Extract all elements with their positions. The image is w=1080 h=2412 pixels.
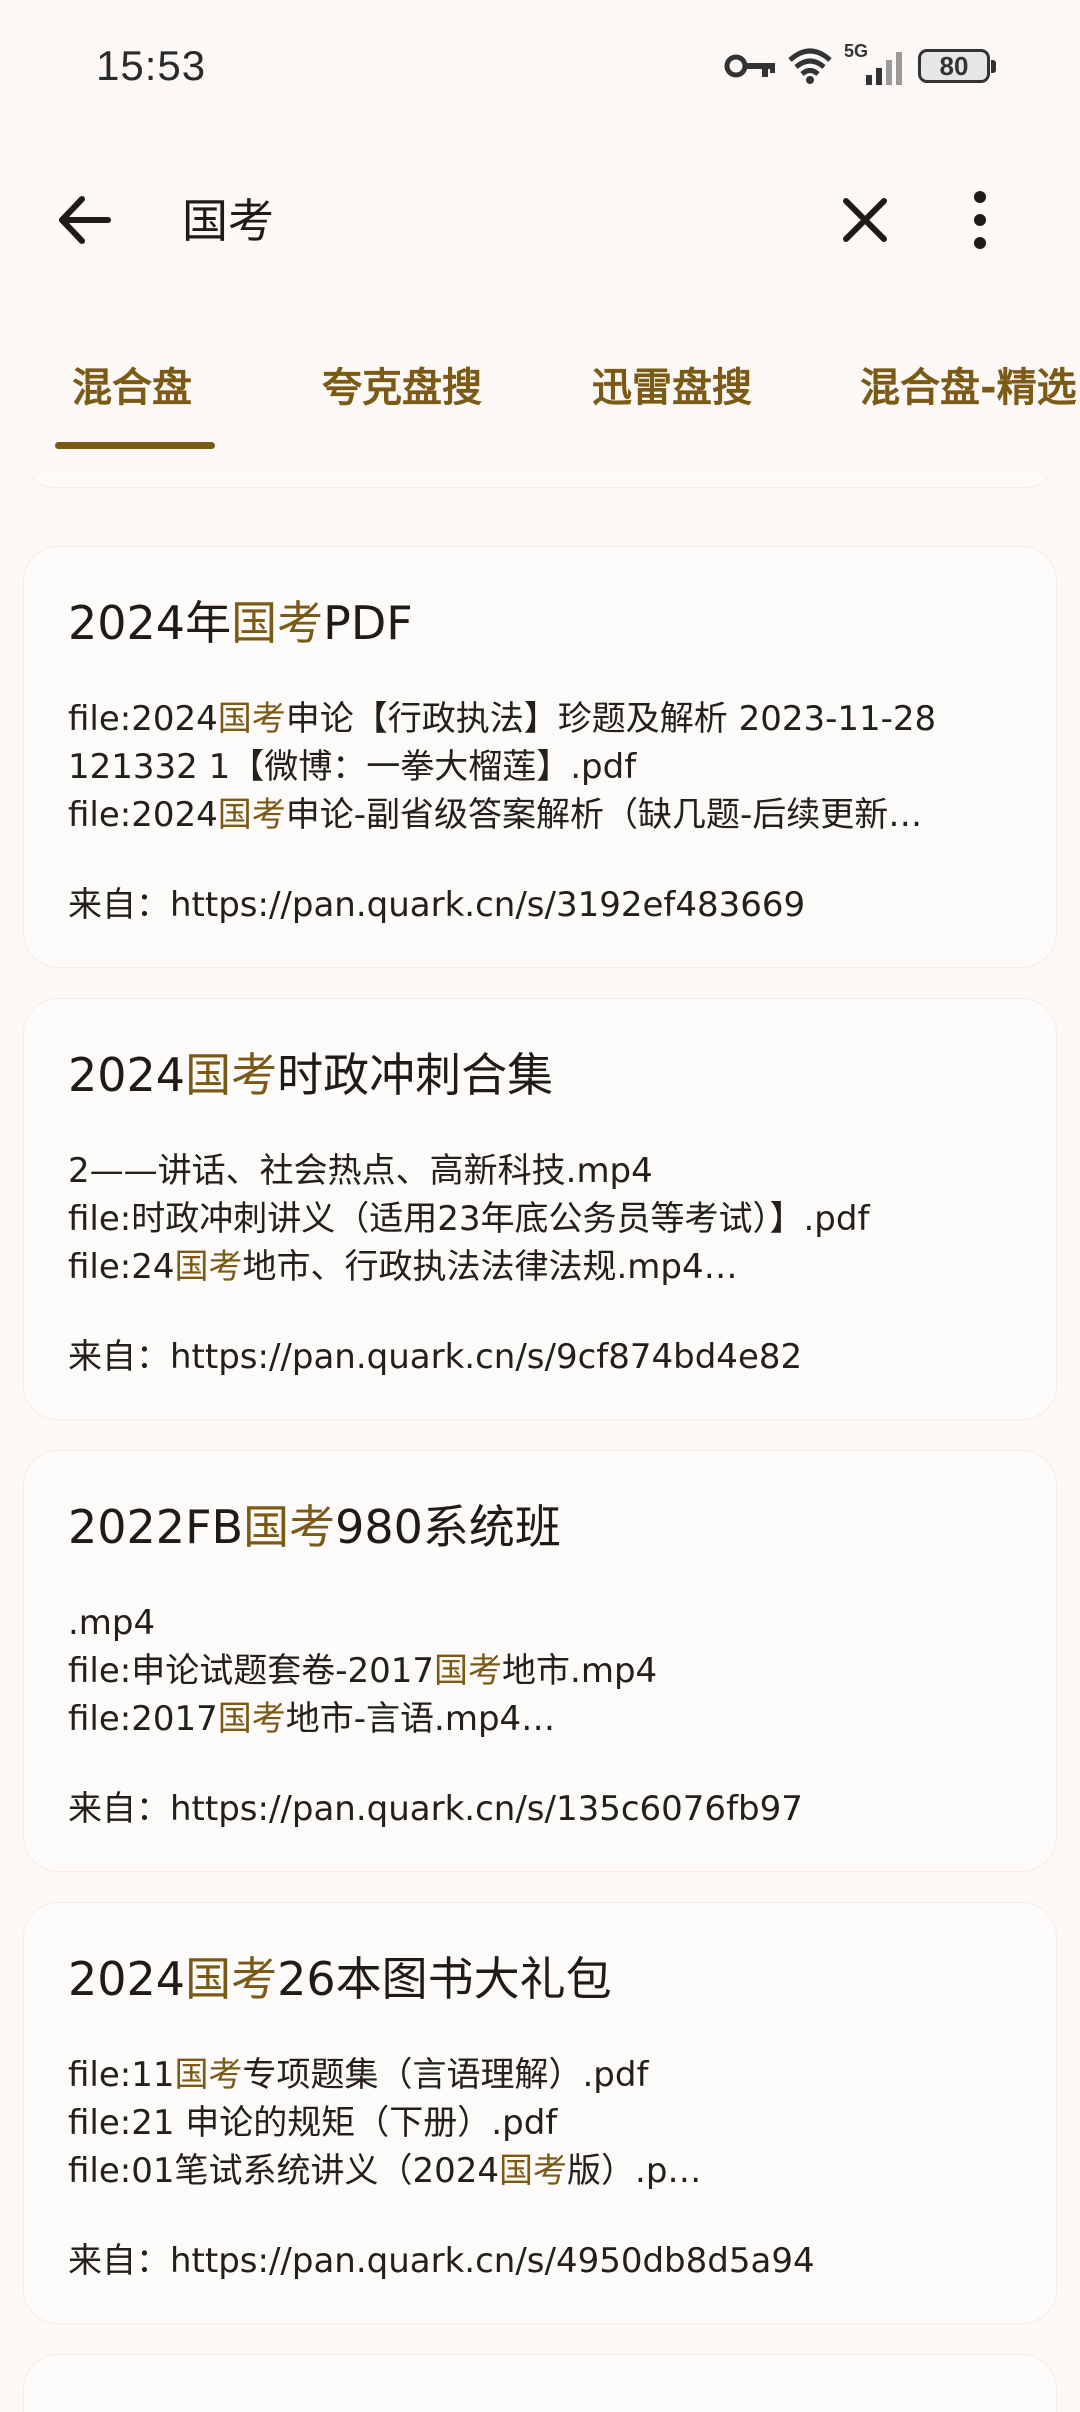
- query-highlight: 国考: [174, 2055, 243, 2095]
- battery-level: 80: [939, 50, 969, 81]
- status-bar: 15:53 5G 80: [0, 0, 1080, 135]
- result-card[interactable]: 2024国考26本图书大礼包 file:11国考专项题集（言语理解）.pdf fil…: [24, 1903, 1056, 2323]
- result-title: 2022FB国考980系统班: [68, 1500, 561, 1554]
- query-highlight: 国考: [499, 2151, 568, 2191]
- result-file-line: file:时政冲刺讲义（适用23年底公务员等考试）】.pdf: [68, 1199, 870, 1239]
- result-title: 2024国考时政冲刺合集: [68, 1048, 554, 1102]
- result-title: 2024年国考PDF: [68, 596, 413, 650]
- result-file-list: file:11国考专项题集（言语理解）.pdf file:21 申论的规矩（下册）…: [68, 2051, 1026, 2195]
- clear-search-button[interactable]: [830, 185, 900, 255]
- result-title: 2024国考26本图书大礼包: [68, 1952, 612, 2006]
- result-file-line: file:01笔试系统讲义（2024国考版）.p…: [68, 2151, 702, 2191]
- result-source-link[interactable]: 来自：https://pan.quark.cn/s/4950db8d5a94: [68, 2233, 815, 2282]
- search-app-bar: 国考: [0, 135, 1080, 295]
- arrow-left-icon: [59, 196, 111, 244]
- result-file-list: .mp4 file:申论试题套卷-2017国考地市.mp4 file:2017国考地…: [68, 1599, 1026, 1743]
- query-highlight: 国考: [174, 1247, 243, 1287]
- result-file-line: 121332 1【微博：一拳大榴莲】.pdf: [68, 747, 637, 787]
- close-icon: [843, 198, 887, 242]
- result-file-line: file:申论试题套卷-2017国考地市.mp4: [68, 1651, 658, 1691]
- result-file-line: file:11国考专项题集（言语理解）.pdf: [68, 2055, 649, 2095]
- query-highlight: 国考: [434, 1651, 503, 1691]
- status-icons: 5G 80: [724, 41, 996, 88]
- result-file-line: .mp4: [68, 1603, 156, 1643]
- query-highlight: 国考: [217, 699, 286, 739]
- result-file-line: file:24国考地市、行政执法法律法规.mp4…: [68, 1247, 738, 1287]
- query-highlight: 国考: [243, 1500, 336, 1554]
- signal-5g-icon: 5G: [844, 41, 908, 87]
- more-vert-icon: [974, 191, 986, 249]
- result-file-line: file:2024国考申论【行政执法】珍题及解析 2023-11-28: [68, 699, 937, 739]
- battery-icon: 80: [918, 49, 996, 83]
- result-file-list: 2——讲话、社会热点、高新科技.mp4 file:时政冲刺讲义（适用23年底公务员…: [68, 1147, 1026, 1291]
- result-file-list: file:2024国考申论【行政执法】珍题及解析 2023-11-28 12133…: [68, 695, 1026, 839]
- tab-thunder-search[interactable]: 迅雷盘搜: [592, 355, 752, 413]
- result-card-partial-bottom[interactable]: [24, 2355, 1056, 2412]
- tab-mixed[interactable]: 混合盘: [72, 355, 192, 413]
- result-file-line: file:2017国考地市-言语.mp4…: [68, 1699, 556, 1739]
- result-file-line: 2——讲话、社会热点、高新科技.mp4: [68, 1151, 653, 1191]
- result-source-link[interactable]: 来自：https://pan.quark.cn/s/9cf874bd4e82: [68, 1329, 802, 1378]
- result-card[interactable]: 2024年国考PDF file:2024国考申论【行政执法】珍题及解析 2023-…: [24, 547, 1056, 967]
- result-card[interactable]: 2024国考时政冲刺合集 2——讲话、社会热点、高新科技.mp4 file:时政冲刺…: [24, 999, 1056, 1419]
- source-tabs: 混合盘 夸克盘搜 迅雷盘搜 混合盘-精选: [0, 335, 1080, 455]
- status-time: 15:53: [96, 42, 207, 89]
- result-card-partial-top[interactable]: [24, 475, 1056, 487]
- result-file-line: file:2024国考申论-副省级答案解析（缺几题-后续更新…: [68, 795, 923, 835]
- tab-quark-search[interactable]: 夸克盘搜: [322, 355, 482, 413]
- query-highlight: 国考: [185, 1048, 278, 1102]
- query-highlight: 国考: [217, 795, 286, 835]
- tab-indicator: [55, 442, 215, 449]
- search-input[interactable]: 国考: [182, 185, 274, 251]
- back-button[interactable]: [50, 185, 120, 255]
- result-file-line: file:21 申论的规矩（下册）.pdf: [68, 2103, 558, 2143]
- result-source-link[interactable]: 来自：https://pan.quark.cn/s/3192ef483669: [68, 877, 805, 926]
- query-highlight: 国考: [217, 1699, 286, 1739]
- query-highlight: 国考: [231, 596, 324, 650]
- tab-mixed-featured[interactable]: 混合盘-精选: [860, 355, 1077, 413]
- wifi-icon: [788, 48, 832, 84]
- query-highlight: 国考: [185, 1952, 278, 2006]
- results-list[interactable]: 2024年国考PDF file:2024国考申论【行政执法】珍题及解析 2023-…: [0, 475, 1080, 2412]
- more-options-button[interactable]: [945, 185, 1015, 255]
- vpn-key-icon: [724, 54, 775, 78]
- result-card[interactable]: 2022FB国考980系统班 .mp4 file:申论试题套卷-2017国考地市.m…: [24, 1451, 1056, 1871]
- result-source-link[interactable]: 来自：https://pan.quark.cn/s/135c6076fb97: [68, 1781, 803, 1830]
